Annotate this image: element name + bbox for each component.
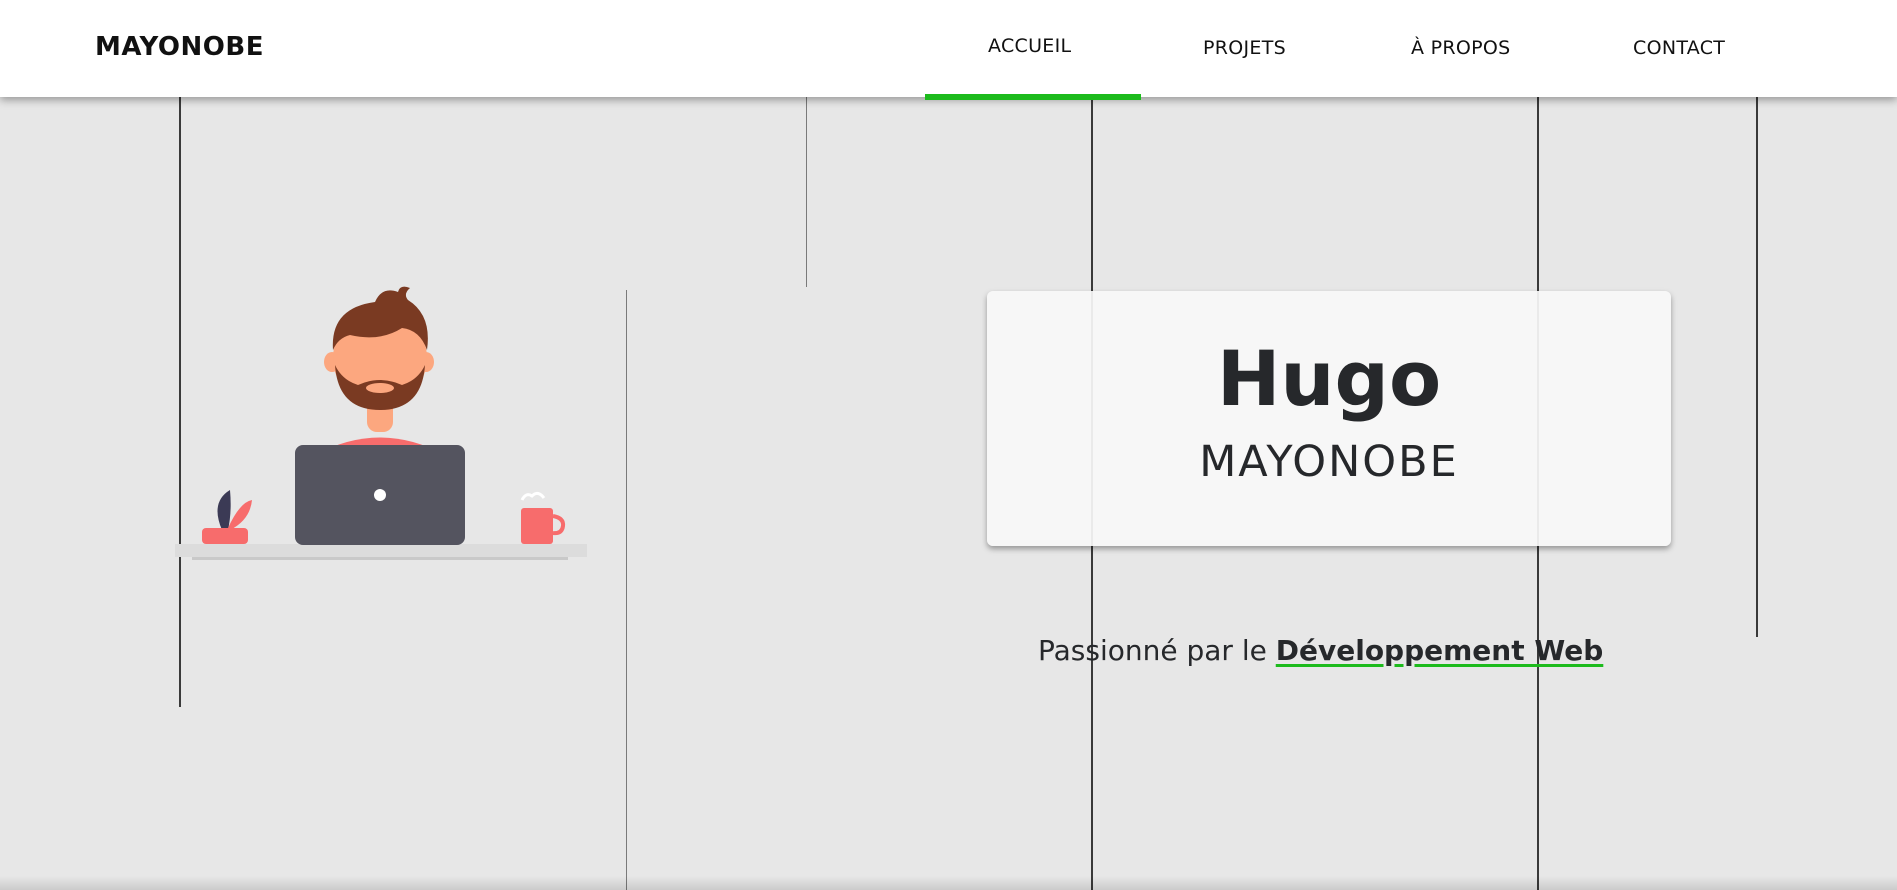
tagline-highlight-link[interactable]: Développement Web	[1276, 634, 1604, 667]
mug	[521, 508, 553, 544]
tagline: Passionné par le Développement Web	[1038, 634, 1603, 667]
mug-handle	[552, 514, 566, 536]
person-mouth	[366, 383, 394, 393]
decorative-line	[806, 97, 807, 287]
plant-leaf	[217, 490, 231, 530]
tagline-prefix: Passionné par le	[1038, 634, 1276, 667]
nav-link-projets[interactable]: PROJETS	[1203, 37, 1286, 59]
nav-link-contact[interactable]: CONTACT	[1633, 37, 1725, 59]
steam	[520, 491, 546, 501]
site-logo[interactable]: MAYONOBE	[95, 32, 264, 62]
name-card: Hugo MAYONOBE	[987, 291, 1671, 546]
first-name: Hugo	[1216, 334, 1442, 423]
developer-illustration	[175, 286, 587, 560]
nav-link-a-propos[interactable]: À PROPOS	[1411, 37, 1511, 59]
plant-leaf	[228, 500, 252, 530]
nav-link-accueil[interactable]: ACCUEIL	[988, 35, 1071, 57]
decorative-line	[626, 290, 627, 890]
desk-surface	[175, 544, 587, 557]
plant-pot	[202, 528, 248, 544]
decorative-line	[1756, 97, 1758, 637]
section-bottom-shadow	[0, 876, 1897, 890]
last-name: MAYONOBE	[1199, 437, 1459, 487]
desk-edge	[192, 557, 568, 560]
laptop-logo	[374, 489, 386, 501]
nav-active-indicator	[925, 94, 1141, 100]
site-header: MAYONOBE ACCUEIL PROJETS À PROPOS CONTAC…	[0, 0, 1897, 100]
